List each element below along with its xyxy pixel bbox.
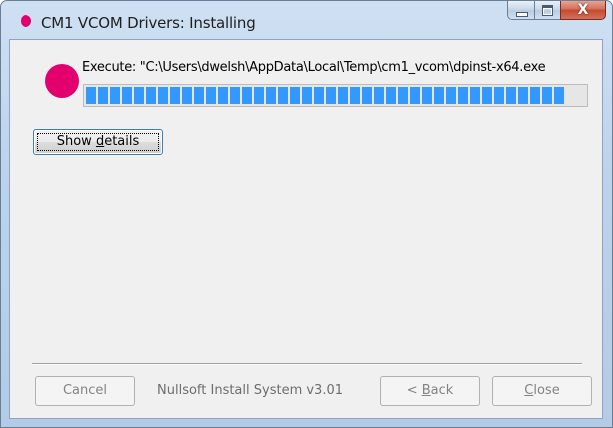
progress-segment xyxy=(230,87,240,104)
progress-segment xyxy=(458,87,468,104)
cm1-logo-icon xyxy=(38,62,79,100)
progress-segment xyxy=(398,87,408,104)
progress-segment xyxy=(446,87,456,104)
back-label: < Back xyxy=(406,383,454,398)
progress-segment xyxy=(194,87,204,104)
cancel-button[interactable]: Cancel xyxy=(35,376,135,406)
progress-segment xyxy=(422,87,432,104)
minimize-icon xyxy=(516,12,528,17)
title-bar[interactable]: CM1 VCOM Drivers: Installing X xyxy=(1,1,612,39)
installer-window: CM1 VCOM Drivers: Installing X Execute: … xyxy=(0,0,613,428)
caption-buttons: X xyxy=(507,1,606,21)
progress-segment xyxy=(410,87,420,104)
progress-segment xyxy=(170,87,180,104)
back-button[interactable]: < Back xyxy=(380,376,480,406)
show-details-label: Show details xyxy=(56,134,140,149)
progress-segment xyxy=(302,87,312,104)
progress-segment xyxy=(86,87,96,104)
progress-segment xyxy=(254,87,264,104)
progress-segment xyxy=(530,87,540,104)
maximize-icon xyxy=(542,5,553,16)
progress-segment xyxy=(470,87,480,104)
dialog-client-area: Execute: "C:\Users\dwelsh\AppData\Local\… xyxy=(9,39,603,419)
close-label: Close xyxy=(524,383,560,398)
progress-segment xyxy=(242,87,252,104)
close-window-button[interactable]: X xyxy=(560,1,606,20)
progress-segment xyxy=(182,87,192,104)
progress-segment xyxy=(482,87,492,104)
branding-separator xyxy=(32,363,582,365)
cancel-label: Cancel xyxy=(62,383,108,398)
progress-segment xyxy=(434,87,444,104)
minimize-button[interactable] xyxy=(507,1,534,20)
progress-segment xyxy=(314,87,324,104)
progress-segment xyxy=(158,87,168,104)
progress-segment xyxy=(134,87,144,104)
progress-segment xyxy=(506,87,516,104)
progress-segment xyxy=(110,87,120,104)
progress-segment xyxy=(338,87,348,104)
progress-segment xyxy=(554,87,564,104)
close-icon: X xyxy=(577,2,589,18)
close-button[interactable]: Close xyxy=(492,376,592,406)
progress-fill xyxy=(86,87,575,104)
branding-text: Nullsoft Install System v3.01 xyxy=(157,383,344,398)
progress-segment xyxy=(374,87,384,104)
window-title: CM1 VCOM Drivers: Installing xyxy=(41,14,256,32)
progress-segment xyxy=(206,87,216,104)
progress-segment xyxy=(98,87,108,104)
progress-segment xyxy=(326,87,336,104)
maximize-button[interactable] xyxy=(534,1,560,20)
progress-segment xyxy=(218,87,228,104)
progress-segment xyxy=(146,87,156,104)
install-progress-bar xyxy=(83,84,588,107)
progress-segment xyxy=(494,87,504,104)
status-execute-text: Execute: "C:\Users\dwelsh\AppData\Local\… xyxy=(82,60,546,75)
progress-segment xyxy=(350,87,360,104)
progress-segment xyxy=(266,87,276,104)
progress-segment xyxy=(542,87,552,104)
progress-segment xyxy=(518,87,528,104)
progress-segment xyxy=(122,87,132,104)
progress-segment xyxy=(290,87,300,104)
progress-segment xyxy=(386,87,396,104)
progress-segment xyxy=(278,87,288,104)
show-details-button[interactable]: Show details xyxy=(33,129,163,155)
progress-segment xyxy=(362,87,372,104)
cm1-logo-icon xyxy=(16,13,31,29)
